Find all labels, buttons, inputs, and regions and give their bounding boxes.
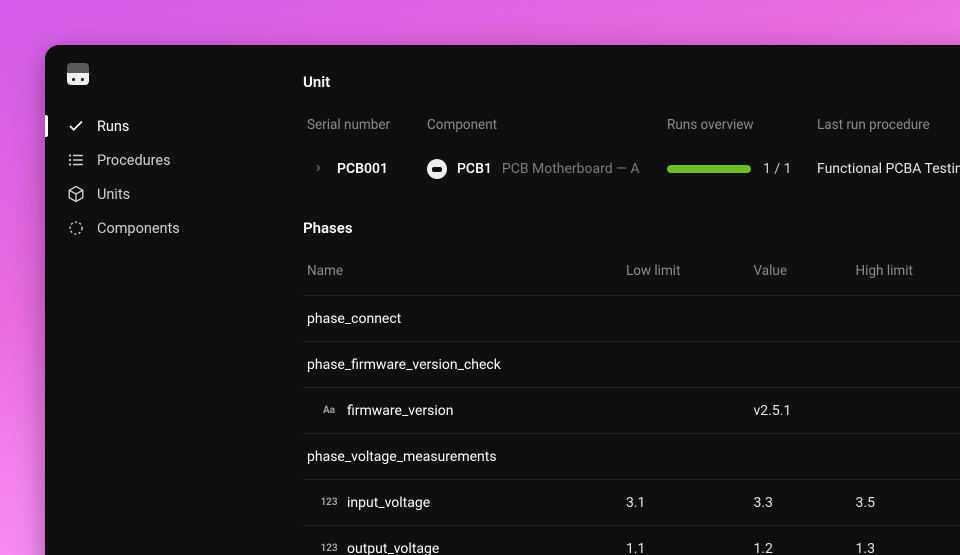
unit-table: Serial number Component Runs overview La…: [303, 109, 960, 189]
app-logo: [67, 63, 89, 85]
sidebar-item-units[interactable]: Units: [45, 177, 283, 211]
row-name-text: firmware_version: [347, 403, 453, 419]
col-high: High limit: [852, 255, 960, 296]
dashed-circle-icon: [67, 219, 85, 237]
cell-high: [852, 388, 960, 434]
component-name: PCB1: [457, 161, 492, 177]
row-name-text: phase_firmware_version_check: [307, 357, 501, 373]
runs-ratio: 1 / 1: [763, 161, 791, 177]
phase-row[interactable]: phase_voltage_measurementsPass: [303, 434, 960, 480]
cell-low: [622, 342, 750, 388]
sidebar-item-runs[interactable]: Runs: [45, 109, 283, 143]
col-name: Name: [303, 255, 622, 296]
col-component: Component: [423, 109, 663, 149]
col-serial: Serial number: [303, 109, 423, 149]
row-name-text: phase_voltage_measurements: [307, 449, 497, 465]
col-low: Low limit: [622, 255, 750, 296]
phases-section-title: Phases: [303, 219, 960, 237]
text-type-icon: Aa: [321, 405, 337, 416]
number-type-icon: 123: [321, 543, 337, 554]
last-run-procedure: Functional PCBA Testing: [813, 149, 960, 189]
cell-value: v2.5.1: [750, 388, 852, 434]
cell-high: 1.3: [852, 526, 960, 555]
cell-high: 3.5: [852, 480, 960, 526]
cell-value: [750, 296, 852, 342]
row-name-text: phase_connect: [307, 311, 401, 327]
unit-section-title: Unit: [303, 73, 960, 91]
cell-low: [622, 434, 750, 480]
col-last-proc: Last run procedure: [813, 109, 960, 149]
cell-value: [750, 434, 852, 480]
sidebar-item-label: Units: [97, 186, 130, 203]
row-name: phase_connect: [303, 296, 622, 342]
cell-low: 3.1: [622, 480, 750, 526]
unit-serial: PCB001: [337, 161, 388, 177]
row-name: phase_firmware_version_check: [303, 342, 622, 388]
cell-value: 1.2: [750, 526, 852, 555]
cell-high: [852, 342, 960, 388]
row-name-text: output_voltage: [347, 541, 439, 555]
row-name: phase_voltage_measurements: [303, 434, 622, 480]
row-name: Aa firmware_version: [303, 388, 622, 434]
cell-low: [622, 388, 750, 434]
measurement-row[interactable]: 123input_voltage3.13.33.5VPass: [303, 480, 960, 526]
cell-high: [852, 434, 960, 480]
box-icon: [67, 185, 85, 203]
cell-low: 1.1: [622, 526, 750, 555]
measurement-row[interactable]: Aafirmware_versionv2.5.1Pass: [303, 388, 960, 434]
runs-progress-bar: [667, 165, 751, 173]
check-icon: [67, 117, 85, 135]
app-window: Runs Procedures Units Components: [45, 45, 960, 555]
phase-row[interactable]: phase_connectPass: [303, 296, 960, 342]
list-icon: [67, 151, 85, 169]
cell-low: [622, 296, 750, 342]
col-value: Value: [750, 255, 852, 296]
measurement-row[interactable]: 123output_voltage1.11.21.3VPass: [303, 526, 960, 555]
chevron-right-icon: [313, 161, 323, 177]
cell-value: [750, 342, 852, 388]
phases-table: Name Low limit Value High limit Unit Sta…: [303, 255, 960, 555]
col-overview: Runs overview: [663, 109, 813, 149]
sidebar-item-label: Procedures: [97, 152, 171, 169]
phase-row[interactable]: phase_firmware_version_checkPass: [303, 342, 960, 388]
sidebar-item-label: Runs: [97, 118, 129, 135]
sidebar-item-components[interactable]: Components: [45, 211, 283, 245]
sidebar-item-procedures[interactable]: Procedures: [45, 143, 283, 177]
cell-value: 3.3: [750, 480, 852, 526]
sidebar: Runs Procedures Units Components: [45, 45, 283, 555]
sidebar-item-label: Components: [97, 220, 180, 237]
main-content: Unit Serial number Component Runs overvi…: [283, 45, 960, 555]
component-avatar-icon: [427, 159, 447, 179]
component-desc: PCB Motherboard — A: [502, 161, 640, 177]
row-name: 123 input_voltage: [303, 480, 622, 526]
number-type-icon: 123: [321, 497, 337, 508]
row-name-text: input_voltage: [347, 495, 430, 511]
row-name: 123 output_voltage: [303, 526, 622, 555]
unit-row[interactable]: PCB001 PCB1 PCB Motherboard — A: [303, 149, 960, 189]
cell-high: [852, 296, 960, 342]
